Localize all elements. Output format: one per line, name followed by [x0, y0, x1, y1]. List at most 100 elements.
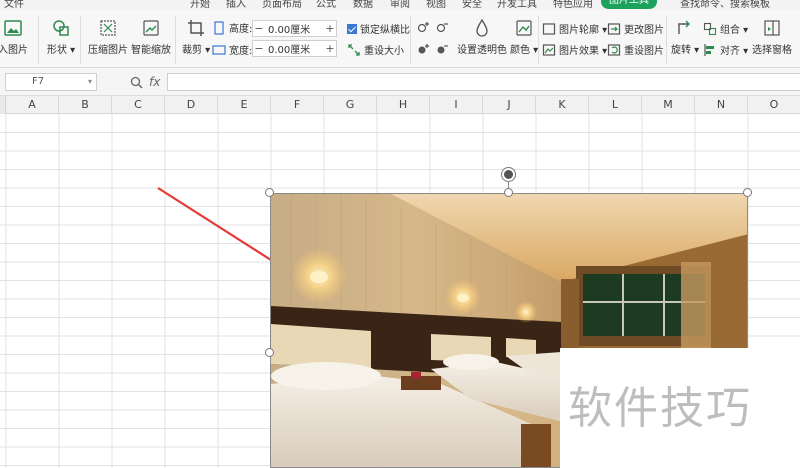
width-decrease-button[interactable]: − [253, 42, 265, 55]
height-increase-button[interactable]: + [324, 22, 336, 35]
selection-pane-button[interactable]: 选择窗格 [752, 18, 792, 56]
resize-handle-top[interactable] [504, 188, 513, 197]
brightness-up-button[interactable] [416, 20, 433, 34]
brightness-down-button[interactable] [435, 20, 452, 34]
chevron-down-icon[interactable]: ▾ [88, 74, 92, 90]
contrast-down-icon [437, 45, 448, 54]
column-header-m[interactable]: M [642, 96, 695, 114]
width-input[interactable]: − 0.00厘米 + [252, 40, 337, 57]
height-input[interactable]: − 0.00厘米 + [252, 20, 337, 37]
smart-zoom-label: 智能缩放 [131, 45, 171, 56]
width-value[interactable]: 0.00厘米 [265, 41, 324, 56]
height-value[interactable]: 0.00厘米 [265, 21, 324, 36]
set-transparent-label: 设置透明色 [457, 45, 507, 56]
column-header-j[interactable]: J [483, 96, 536, 114]
formula-bar: F7 ▾ fx [0, 68, 800, 96]
set-transparent-button[interactable]: 设置透明色 [457, 18, 507, 56]
compress-picture-button[interactable]: 压缩图片 [88, 18, 128, 56]
width-increase-button[interactable]: + [324, 42, 336, 55]
column-header-c[interactable]: C [112, 96, 165, 114]
column-header-g[interactable]: G [324, 96, 377, 114]
group-button[interactable]: 组合 ▾ [703, 21, 748, 36]
transparent-drop-icon [476, 18, 488, 37]
column-header-f[interactable]: F [271, 96, 324, 114]
group-label: 组合 [720, 25, 740, 36]
tab-picture-tools[interactable]: 图片工具 [601, 0, 657, 9]
menu-tab-1[interactable]: 开始 [190, 0, 210, 10]
insert-picture-label: 入图片 [0, 45, 28, 56]
rotate-button[interactable]: 旋转 ▾ [671, 18, 699, 56]
picture-effect-button[interactable]: 图片效果 ▾ [542, 42, 607, 57]
name-box[interactable]: F7 ▾ [5, 73, 97, 91]
reset-picture-label: 重设图片 [624, 46, 664, 57]
menu-tab-0[interactable]: 文件 [4, 0, 24, 10]
ribbon-toolbar: 入图片 形状 ▾ 压缩图片 智能缩放 裁剪 ▾ 高度: − 0.00厘米 + 宽… [0, 10, 800, 68]
zoom-formula-icon[interactable] [130, 76, 143, 89]
column-header-k[interactable]: K [536, 96, 589, 114]
lock-aspect-checkbox[interactable]: 锁定纵横比 [347, 21, 410, 36]
picture-outline-button[interactable]: 图片轮廓 ▾ [542, 21, 607, 36]
brightness-icon [417, 22, 429, 33]
menu-tab-7[interactable]: 视图 [426, 0, 446, 10]
contrast-up-button[interactable] [416, 42, 433, 56]
change-picture-button[interactable]: 更改图片 [607, 21, 664, 36]
lock-aspect-label: 锁定纵横比 [360, 25, 410, 36]
menu-tab-2[interactable]: 插入 [226, 0, 246, 10]
column-header-d[interactable]: D [165, 96, 218, 114]
reset-picture-button[interactable]: 重设图片 [607, 42, 664, 57]
name-box-value: F7 [32, 76, 45, 87]
shape-button[interactable]: 形状 ▾ [47, 18, 75, 56]
lock-aspect-check-icon [347, 23, 357, 34]
column-header-i[interactable]: I [430, 96, 483, 114]
rotate-label: 旋转 [671, 45, 691, 56]
picture-outline-label: 图片轮廓 [559, 25, 599, 36]
column-header-l[interactable]: L [589, 96, 642, 114]
menu-tab-3[interactable]: 页面布局 [262, 0, 302, 10]
menu-tab-10[interactable]: 特色应用 [553, 0, 593, 10]
menu-tab-8[interactable]: 安全 [462, 0, 482, 10]
shape-label: 形状 [47, 45, 67, 56]
reset-size-button[interactable]: 重设大小 [347, 42, 404, 57]
menu-tab-5[interactable]: 数据 [353, 0, 373, 10]
column-header-b[interactable]: B [59, 96, 112, 114]
menu-tab-4[interactable]: 公式 [316, 0, 336, 10]
height-control: 高度: [212, 20, 252, 35]
column-header-a[interactable]: A [6, 96, 59, 114]
rotate-handle[interactable] [502, 168, 515, 181]
width-label: 宽度: [229, 46, 253, 57]
column-header-o[interactable]: O [748, 96, 800, 114]
column-header-h[interactable]: H [377, 96, 430, 114]
color-label: 颜色 [510, 45, 530, 56]
smart-zoom-icon [143, 20, 159, 36]
crop-label: 裁剪 [182, 45, 202, 56]
formula-input[interactable] [167, 73, 800, 91]
align-button[interactable]: 对齐 ▾ [703, 42, 748, 57]
color-button[interactable]: 颜色 ▾ [510, 18, 538, 56]
column-header-n[interactable]: N [695, 96, 748, 114]
column-header-e[interactable]: E [218, 96, 271, 114]
resize-handle-left[interactable] [265, 348, 274, 357]
height-label: 高度: [229, 24, 253, 35]
change-picture-icon [607, 22, 621, 35]
align-label: 对齐 [720, 46, 740, 57]
crop-button[interactable]: 裁剪 ▾ [182, 18, 210, 56]
picture-effect-icon [542, 43, 556, 56]
resize-handle-top-left[interactable] [265, 188, 274, 197]
resize-handle-top-right[interactable] [743, 188, 752, 197]
insert-picture-button[interactable]: 入图片 [0, 18, 28, 56]
height-icon [214, 20, 224, 35]
menu-tab-strip: 图片工具 文件 开始 插入 页面布局 公式 数据 审阅 视图 安全 开发工具 特色应用 查找命令、搜索… [0, 0, 800, 10]
change-picture-label: 更改图片 [624, 25, 664, 36]
smart-zoom-button[interactable]: 智能缩放 [131, 18, 171, 56]
menu-tab-11[interactable]: 查找命令、搜索模板 [680, 0, 770, 10]
menu-tab-6[interactable]: 审阅 [390, 0, 410, 10]
contrast-down-button[interactable] [435, 42, 452, 56]
color-icon [516, 20, 532, 36]
fx-icon[interactable]: fx [149, 75, 160, 89]
brightness-down-icon [436, 23, 448, 33]
height-decrease-button[interactable]: − [253, 22, 265, 35]
width-control: 宽度: [212, 42, 252, 57]
compress-icon [100, 20, 116, 36]
picture-outline-icon [542, 22, 556, 35]
menu-tab-9[interactable]: 开发工具 [497, 0, 537, 10]
